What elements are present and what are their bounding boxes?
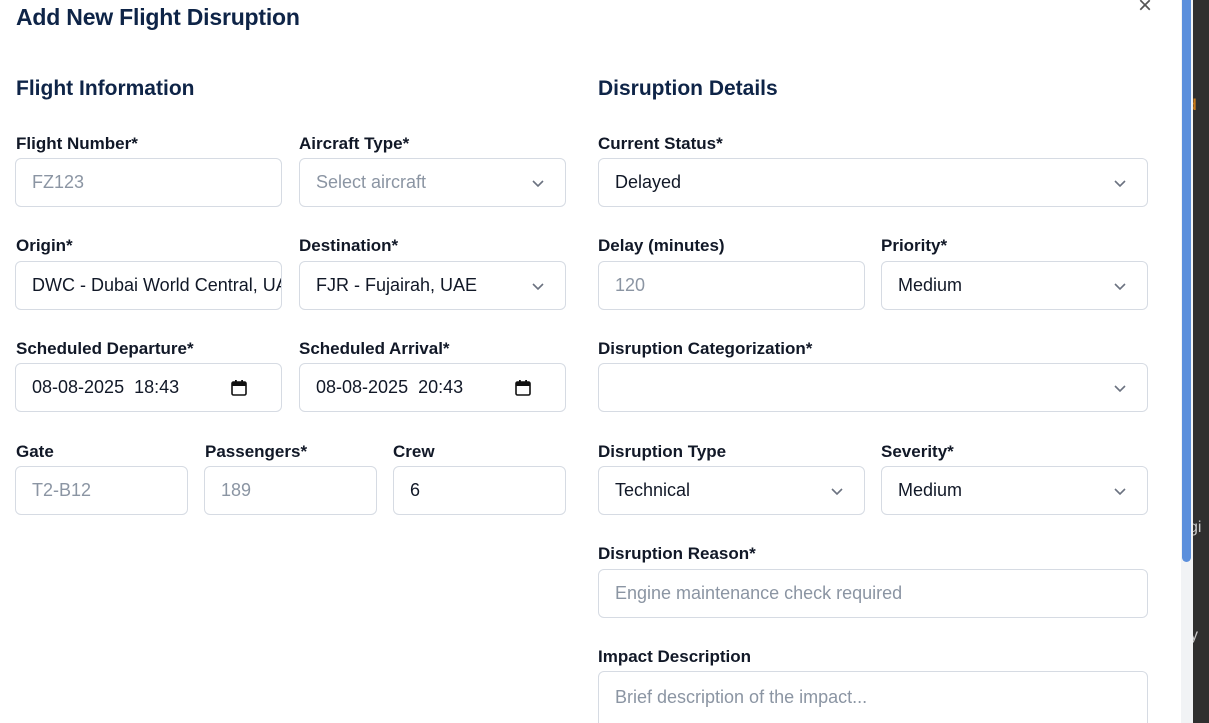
delay-minutes-label: Delay (minutes) xyxy=(598,236,725,255)
passengers-input[interactable]: 189 xyxy=(204,466,377,515)
flight-number-label: Flight Number* xyxy=(16,134,138,153)
flight-number-input[interactable]: FZ123 xyxy=(15,158,282,207)
disruption-reason-placeholder: Engine maintenance check required xyxy=(615,583,903,603)
current-status-select[interactable]: Delayed xyxy=(598,158,1148,207)
destination-select[interactable]: FJR - Fujairah, UAE xyxy=(299,261,566,310)
impact-description-label: Impact Description xyxy=(598,647,752,666)
background-text: y xyxy=(1193,627,1198,644)
delay-minutes-placeholder: 120 xyxy=(615,275,646,295)
flight-number-placeholder: FZ123 xyxy=(32,172,85,192)
calendar-icon[interactable] xyxy=(230,379,248,397)
flight-information-heading: Flight Information xyxy=(16,77,195,100)
passengers-label: Passengers* xyxy=(205,442,308,461)
impact-description-textarea[interactable]: Brief description of the impact... xyxy=(598,671,1148,723)
scheduled-departure-value: 08-08-2025 18:43 xyxy=(32,377,180,397)
gate-label: Gate xyxy=(16,442,54,461)
modal-scrollbar-thumb[interactable] xyxy=(1182,0,1191,562)
disruption-details-heading: Disruption Details xyxy=(598,77,778,100)
priority-label: Priority* xyxy=(881,236,948,255)
crew-value: 6 xyxy=(410,480,421,500)
chevron-down-icon xyxy=(1114,282,1126,290)
impact-description-placeholder: Brief description of the impact... xyxy=(615,687,868,707)
origin-value: DWC - Dubai World Central, UAE xyxy=(32,275,282,295)
scheduled-arrival-input[interactable]: 08-08-2025 20:43 xyxy=(299,363,566,412)
disruption-reason-input[interactable]: Engine maintenance check required xyxy=(598,569,1148,618)
disruption-type-label: Disruption Type xyxy=(598,442,727,461)
severity-value: Medium xyxy=(898,480,963,500)
disruption-reason-label: Disruption Reason* xyxy=(598,544,756,563)
calendar-icon[interactable] xyxy=(514,379,532,397)
disruption-type-value: Technical xyxy=(615,480,691,500)
scheduled-arrival-value: 08-08-2025 20:43 xyxy=(316,377,464,397)
priority-value: Medium xyxy=(898,275,963,295)
background-page: d gi y xyxy=(1193,0,1209,723)
aircraft-type-label: Aircraft Type* xyxy=(299,134,410,153)
scheduled-departure-label: Scheduled Departure* xyxy=(16,339,194,358)
passengers-placeholder: 189 xyxy=(221,480,252,500)
priority-select[interactable]: Medium xyxy=(881,261,1148,310)
current-status-value: Delayed xyxy=(615,172,682,192)
crew-input[interactable]: 6 xyxy=(393,466,566,515)
close-icon[interactable]: × xyxy=(1138,0,1152,18)
destination-label: Destination* xyxy=(299,236,399,255)
chevron-down-icon xyxy=(831,487,843,495)
origin-select[interactable]: DWC - Dubai World Central, UAE xyxy=(15,261,282,310)
crew-label: Crew xyxy=(393,442,435,461)
delay-minutes-input[interactable]: 120 xyxy=(598,261,865,310)
current-status-label: Current Status* xyxy=(598,134,723,153)
chevron-down-icon xyxy=(532,282,544,290)
gate-input[interactable]: T2-B12 xyxy=(15,466,188,515)
background-text: gi xyxy=(1193,519,1202,536)
aircraft-type-select[interactable]: Select aircraft xyxy=(299,158,566,207)
chevron-down-icon xyxy=(1114,487,1126,495)
modal-title: Add New Flight Disruption xyxy=(16,4,300,30)
gate-placeholder: T2-B12 xyxy=(32,480,92,500)
scheduled-departure-input[interactable]: 08-08-2025 18:43 xyxy=(15,363,282,412)
background-text: d xyxy=(1193,97,1197,115)
destination-value: FJR - Fujairah, UAE xyxy=(316,275,478,295)
severity-select[interactable]: Medium xyxy=(881,466,1148,515)
origin-label: Origin* xyxy=(16,236,73,255)
add-flight-disruption-modal: Add New Flight Disruption × Flight Infor… xyxy=(0,0,1181,723)
scheduled-arrival-label: Scheduled Arrival* xyxy=(299,339,450,358)
severity-label: Severity* xyxy=(881,442,954,461)
chevron-down-icon xyxy=(532,179,544,187)
disruption-categorization-label: Disruption Categorization* xyxy=(598,339,813,358)
chevron-down-icon xyxy=(1114,179,1126,187)
chevron-down-icon xyxy=(1114,384,1126,392)
aircraft-type-placeholder: Select aircraft xyxy=(316,172,427,192)
disruption-categorization-select[interactable] xyxy=(598,363,1148,412)
disruption-type-select[interactable]: Technical xyxy=(598,466,865,515)
